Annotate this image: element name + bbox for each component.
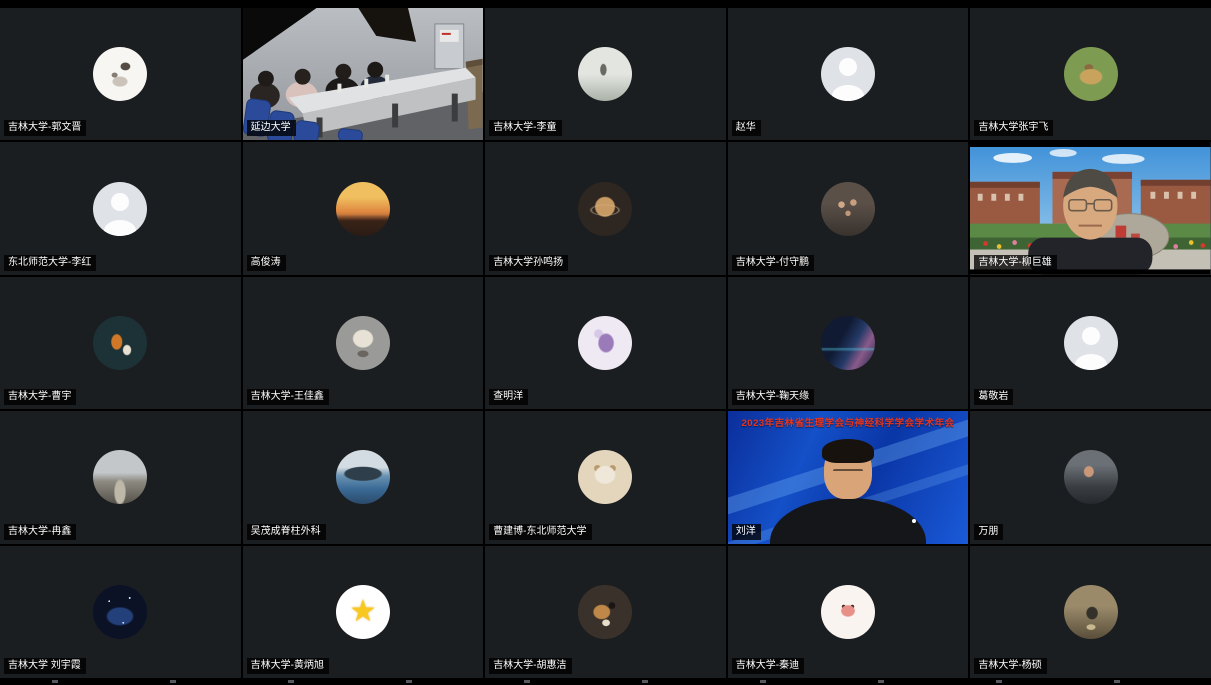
participant-name: 万朋 (974, 524, 1003, 540)
participant-name: 延边大学 (247, 120, 296, 136)
participant-name: 吉林大学-郭文晋 (4, 120, 86, 136)
person-silhouette-icon (1082, 327, 1100, 345)
participant-tile[interactable]: 吉林大学-付守鹏 (728, 142, 969, 274)
cartoon-avatar (336, 316, 390, 370)
participant-tile[interactable]: 高俊涛 (243, 142, 484, 274)
participant-name: 东北师范大学-李红 (4, 255, 96, 271)
cartoon-pig-avatar (821, 585, 875, 639)
participant-name: 吉林大学 刘宇霞 (4, 658, 86, 674)
top-bar (0, 0, 1211, 8)
speaker-body (770, 498, 926, 544)
participant-tile[interactable]: ★ 吉林大学-黄炳旭 (243, 546, 484, 678)
participant-name: 高俊涛 (247, 255, 286, 271)
participant-name: 查明洋 (489, 389, 528, 405)
participant-name: 吴茂成脊柱外科 (247, 524, 326, 540)
participant-name: 吉林大学-付守鹏 (732, 255, 814, 271)
photo-avatar (821, 182, 875, 236)
star-avatar: ★ (336, 585, 390, 639)
participant-name: 吉林大学-曹宇 (4, 389, 76, 405)
participant-tile[interactable]: 赵华 (728, 8, 969, 140)
photo-avatar (336, 182, 390, 236)
participant-tile[interactable]: 万朋 (970, 411, 1211, 543)
photo-avatar (1064, 585, 1118, 639)
cat-avatar (578, 450, 632, 504)
meeting-window: 吉林大学-郭文晋 (0, 0, 1211, 685)
default-avatar-icon (821, 47, 875, 101)
cartoon-doodle-avatar (93, 47, 147, 101)
bottom-bar (0, 678, 1211, 683)
anime-avatar (578, 316, 632, 370)
participant-tile[interactable]: 吉林大学-秦迪 (728, 546, 969, 678)
participant-tile[interactable]: 吉林大学-胡惠洁 (485, 546, 726, 678)
photo-avatar (1064, 47, 1118, 101)
person-silhouette-icon (111, 193, 129, 211)
photo-avatar (1064, 450, 1118, 504)
participant-tile[interactable]: 吉林大学-李童 (485, 8, 726, 140)
gallery-grid: 吉林大学-郭文晋 (0, 8, 1211, 678)
participant-tile[interactable]: 吉林大学 刘宇霞 (0, 546, 241, 678)
participant-name: 葛敬岩 (974, 389, 1013, 405)
default-avatar-icon (93, 182, 147, 236)
participant-tile[interactable]: 吉林大学-杨硕 (970, 546, 1211, 678)
blue-backdrop-video: 2023年吉林省生理学会与神经科学学会学术年会 (728, 411, 969, 543)
planet-avatar (578, 182, 632, 236)
person-silhouette-icon (839, 58, 857, 76)
participant-name: 吉林大学-胡惠洁 (489, 658, 571, 674)
participant-tile[interactable]: 延边大学 (243, 8, 484, 140)
photo-avatar (336, 450, 390, 504)
participant-tile[interactable]: 东北师范大学-李红 (0, 142, 241, 274)
speaker-head (824, 443, 872, 499)
participant-tile[interactable]: 曹建博-东北师范大学 (485, 411, 726, 543)
star-icon: ★ (349, 597, 376, 627)
participant-tile-speaking[interactable]: 2023年吉林省生理学会与神经科学学会学术年会 刘洋 (728, 411, 969, 543)
participant-tile[interactable]: 吉林大学-冉鑫 (0, 411, 241, 543)
participant-tile[interactable]: 葛敬岩 (970, 277, 1211, 409)
participant-name: 吉林大学-李童 (489, 120, 561, 136)
photo-avatar (93, 316, 147, 370)
participant-name: 曹建博-东北师范大学 (489, 524, 591, 540)
participant-name: 吉林大学张宇飞 (974, 120, 1053, 136)
photo-avatar (578, 47, 632, 101)
participant-tile[interactable]: 吴茂成脊柱外科 (243, 411, 484, 543)
participant-tile[interactable]: 吉林大学-鞠天缘 (728, 277, 969, 409)
participant-name: 吉林大学-冉鑫 (4, 524, 76, 540)
participant-tile[interactable]: 吉林大学-郭文晋 (0, 8, 241, 140)
participant-name: 吉林大学-黄炳旭 (247, 658, 329, 674)
conference-banner-text: 2023年吉林省生理学会与神经科学学会学术年会 (728, 415, 969, 429)
participant-name: 吉林大学-杨硕 (974, 658, 1046, 674)
photo-avatar (821, 316, 875, 370)
participant-tile[interactable]: 查明洋 (485, 277, 726, 409)
participant-tile[interactable]: 吉林大学-曹宇 (0, 277, 241, 409)
dog-avatar (578, 585, 632, 639)
next-row-edge-marks (0, 680, 1211, 683)
participant-tile[interactable]: 吉林大学张宇飞 (970, 8, 1211, 140)
participant-name: 吉林大学-柳巨雄 (974, 255, 1056, 271)
photo-avatar (93, 585, 147, 639)
participant-name: 赵华 (732, 120, 761, 136)
photo-avatar (93, 450, 147, 504)
participant-tile[interactable]: 吉林大学-王佳鑫 (243, 277, 484, 409)
participant-tile[interactable]: 吉林大学-柳巨雄 (970, 142, 1211, 274)
participant-name: 吉林大学-王佳鑫 (247, 389, 329, 405)
participant-name: 刘洋 (732, 524, 761, 540)
participant-name: 吉林大学-秦迪 (732, 658, 804, 674)
participant-tile[interactable]: 吉林大学孙鸣扬 (485, 142, 726, 274)
participant-name: 吉林大学-鞠天缘 (732, 389, 814, 405)
default-avatar-icon (1064, 316, 1118, 370)
participant-name: 吉林大学孙鸣扬 (489, 255, 568, 271)
